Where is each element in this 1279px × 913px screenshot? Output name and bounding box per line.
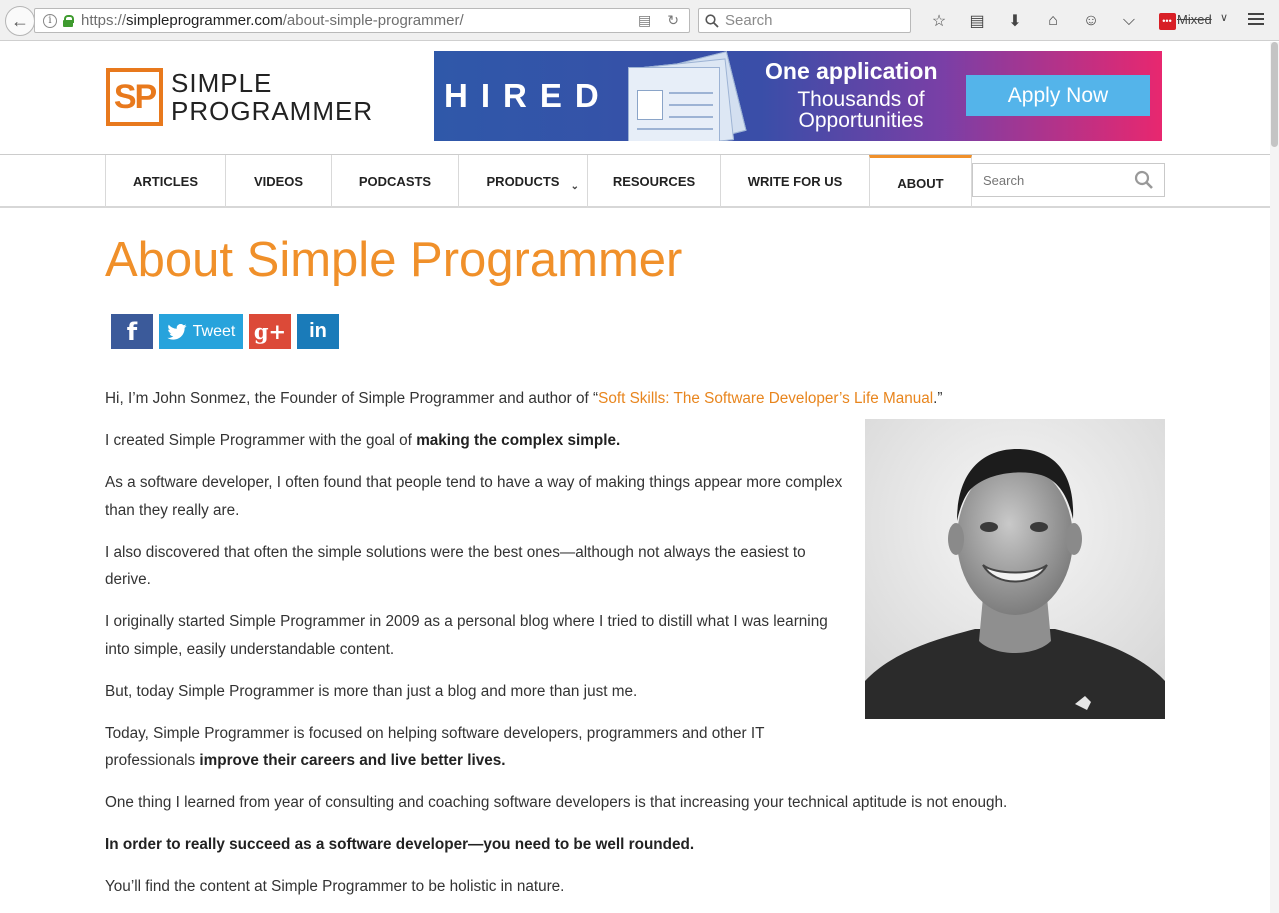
facebook-share-button[interactable]: f (111, 314, 153, 349)
paragraph: I originally started Simple Programmer i… (105, 613, 828, 658)
chat-icon[interactable]: ☺ (1072, 12, 1110, 30)
page-title: About Simple Programmer (105, 233, 683, 287)
paragraph: Today, Simple Programmer is focused on h… (105, 724, 765, 770)
google-plus-share-button[interactable]: g+ (249, 314, 291, 349)
site-search-field[interactable] (972, 163, 1165, 197)
search-icon (705, 13, 719, 28)
nav-item-about[interactable]: ABOUT (869, 155, 972, 208)
mixed-content-label[interactable]: Mixed (1177, 12, 1212, 27)
article-body: Hi, I’m John Sonmez, the Founder of Simp… (105, 385, 1165, 913)
banner-subline: Thousands of Opportunities (797, 88, 925, 132)
reading-list-icon[interactable]: ▤ (958, 11, 996, 31)
info-icon[interactable]: i (43, 13, 57, 28)
paragraph: I created Simple Programmer with the goa… (105, 432, 621, 449)
nav-item-resources[interactable]: RESOURCES (587, 155, 720, 208)
reader-view-icon[interactable]: ▤ (638, 12, 651, 29)
logo-line-2: PROGRAMMER (171, 96, 374, 126)
scrollbar[interactable] (1270, 42, 1279, 913)
main-nav: ARTICLES VIDEOS PODCASTS PRODUCTS ⌄ RESO… (105, 155, 972, 208)
twitter-icon (167, 323, 187, 340)
lock-icon (63, 14, 74, 27)
address-bar[interactable]: i https://simpleprogrammer.com/about-sim… (34, 8, 690, 33)
chevron-down-icon: ⌄ (570, 181, 579, 192)
download-icon[interactable]: ⬇ (996, 11, 1034, 31)
banner-brand: HIRED (444, 77, 612, 114)
nav-item-videos[interactable]: VIDEOS (225, 155, 331, 208)
chevron-down-icon[interactable]: ∨ (1220, 11, 1228, 24)
document-stack-icon (624, 51, 754, 141)
google-plus-icon: g+ (253, 319, 287, 344)
search-icon[interactable] (1134, 170, 1154, 190)
banner-headline: One application (765, 58, 938, 84)
browser-search-input[interactable]: Search (698, 8, 911, 33)
browser-toolbar: ← i https://simpleprogrammer.com/about-s… (0, 0, 1279, 41)
soft-skills-book-link[interactable]: Soft Skills: The Software Developer’s Li… (598, 390, 933, 407)
url-text[interactable]: https://simpleprogrammer.com/about-simpl… (81, 12, 464, 29)
nav-item-articles[interactable]: ARTICLES (105, 155, 225, 208)
facebook-icon: f (126, 317, 138, 346)
hired-ad-banner[interactable]: HIRED One application Thousands of Oppor… (434, 51, 1162, 141)
scrollbar-thumb[interactable] (1271, 42, 1278, 147)
paragraph: I also discovered that often the simple … (105, 543, 806, 589)
home-icon[interactable]: ⌂ (1034, 12, 1072, 30)
logo-mark: SP (106, 68, 163, 126)
share-buttons: f Tweet g+ in (111, 314, 339, 349)
bookmark-star-icon[interactable]: ☆ (920, 11, 958, 31)
site-search-input[interactable] (983, 172, 1123, 188)
nav-item-write-for-us[interactable]: WRITE FOR US (720, 155, 869, 208)
nav-item-podcasts[interactable]: PODCASTS (331, 155, 458, 208)
linkedin-icon: in (309, 320, 327, 342)
paragraph: As a software developer, I often found t… (105, 474, 843, 519)
paragraph: One thing I learned from year of consult… (105, 794, 1008, 811)
reload-icon[interactable]: ↻ (667, 12, 679, 29)
linkedin-share-button[interactable]: in (297, 314, 339, 349)
nav-item-products[interactable]: PRODUCTS ⌄ (458, 155, 587, 208)
site-logo[interactable]: SP SIMPLE PROGRAMMER (106, 68, 373, 126)
logo-line-1: SIMPLE (171, 68, 273, 98)
paragraph: You’ll find the content at Simple Progra… (105, 878, 565, 895)
tweet-button[interactable]: Tweet (159, 314, 243, 349)
back-arrow-icon[interactable]: ← (5, 6, 35, 36)
main-nav-bar: ARTICLES VIDEOS PODCASTS PRODUCTS ⌄ RESO… (0, 154, 1270, 208)
apply-now-button[interactable]: Apply Now (966, 75, 1150, 116)
paragraph: But, today Simple Programmer is more tha… (105, 682, 638, 700)
pocket-icon[interactable]: ⌵ (1110, 12, 1148, 30)
paragraph: Hi, I’m John Sonmez, the Founder of Simp… (105, 390, 943, 407)
hamburger-menu-icon[interactable] (1246, 10, 1266, 30)
paragraph: In order to really succeed as a software… (105, 836, 695, 853)
